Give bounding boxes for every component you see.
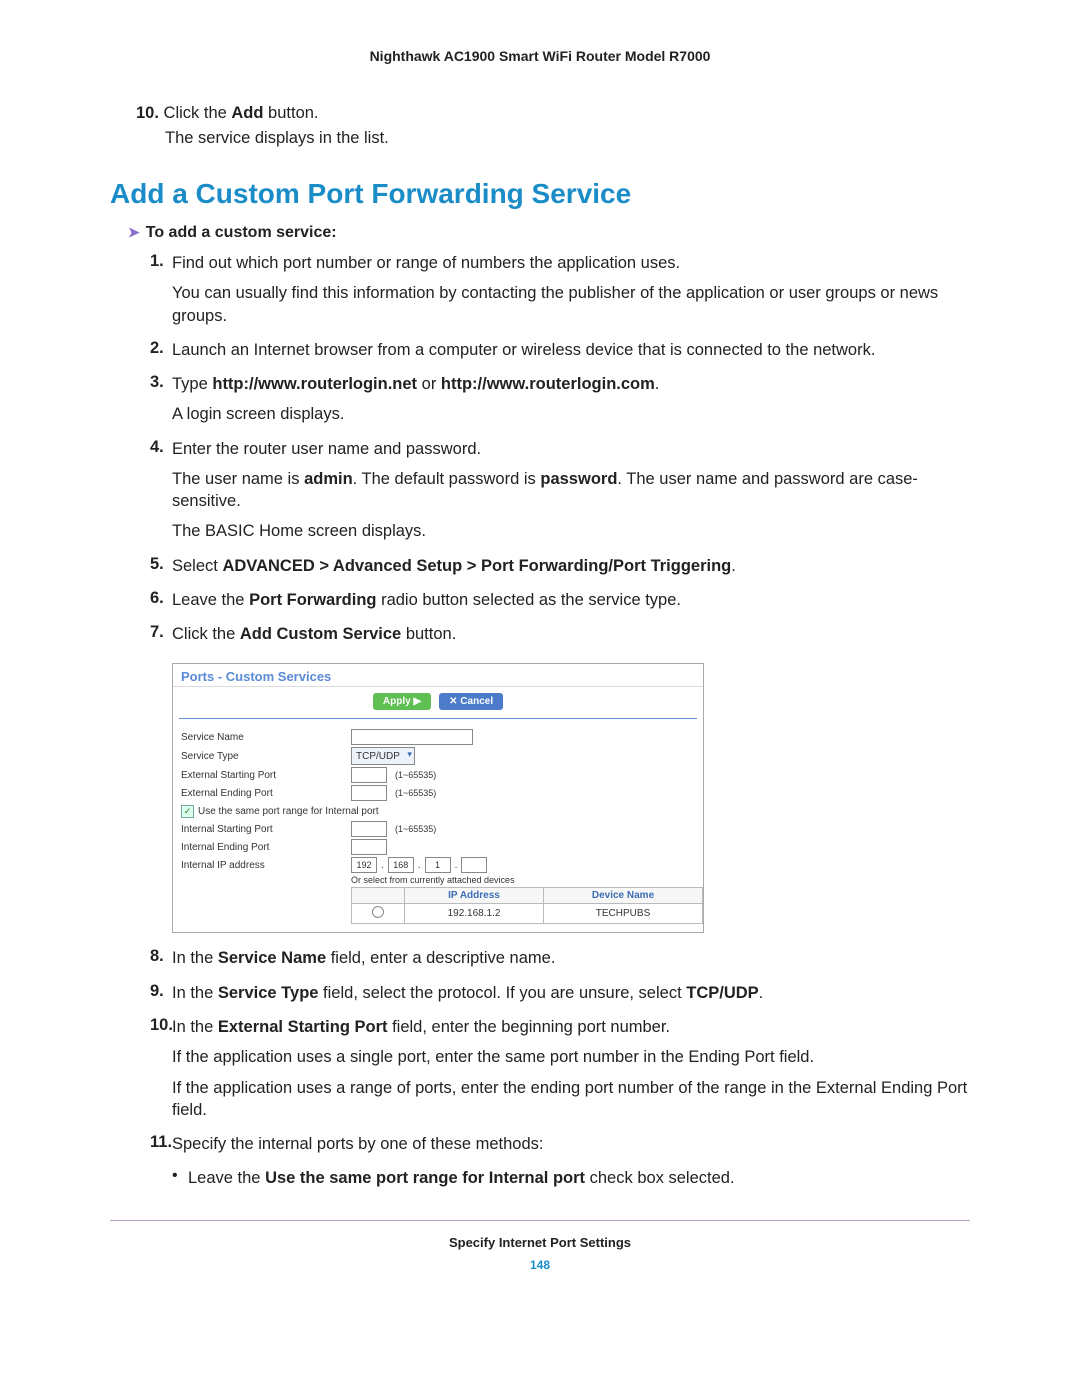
step-paragraph: In the Service Type field, select the pr… bbox=[172, 982, 970, 1004]
page-header: Nighthawk AC1900 Smart WiFi Router Model… bbox=[110, 48, 970, 64]
step-paragraph: Leave the Port Forwarding radio button s… bbox=[172, 589, 970, 611]
step-paragraph: Find out which port number or range of n… bbox=[172, 252, 970, 274]
int-end-input[interactable] bbox=[351, 839, 387, 855]
cancel-button[interactable]: ✕ Cancel bbox=[439, 693, 503, 710]
step-4: 4.Enter the router user name and passwor… bbox=[150, 438, 970, 551]
ip-octet-1[interactable]: 192 bbox=[351, 857, 377, 873]
step-paragraph: Specify the internal ports by one of the… bbox=[172, 1133, 970, 1155]
step-9: 9.In the Service Type field, select the … bbox=[150, 982, 970, 1012]
label-int-start: Internal Starting Port bbox=[181, 824, 351, 835]
step-1: 1.Find out which port number or range of… bbox=[150, 252, 970, 335]
section-heading: Add a Custom Port Forwarding Service bbox=[110, 178, 970, 210]
bullet-item: •Leave the Use the same port range for I… bbox=[172, 1167, 970, 1189]
ip-octet-4[interactable] bbox=[461, 857, 487, 873]
step-body: Find out which port number or range of n… bbox=[172, 252, 970, 335]
step-paragraph: Click the Add Custom Service button. bbox=[172, 623, 970, 645]
step-body: Type http://www.routerlogin.net or http:… bbox=[172, 373, 970, 434]
router-ui-screenshot: Ports - Custom Services Apply ▶ ✕ Cancel Se… bbox=[172, 663, 704, 933]
ext-start-input[interactable] bbox=[351, 767, 387, 783]
step-paragraph: Enter the router user name and password. bbox=[172, 438, 970, 460]
ip-octet-2[interactable]: 168 bbox=[388, 857, 414, 873]
prev-step-10-detail: The service displays in the list. bbox=[165, 129, 970, 148]
step-8: 8.In the Service Name field, enter a des… bbox=[150, 947, 970, 977]
step-body: Click the Add Custom Service button. bbox=[172, 623, 970, 653]
prev-step-10: 10. Click the Add button. bbox=[136, 104, 970, 123]
step-number: 5. bbox=[150, 555, 172, 585]
step-10: 10.In the External Starting Port field, … bbox=[150, 1016, 970, 1129]
cell-ip: 192.168.1.2 bbox=[405, 904, 544, 924]
step-number: 1. bbox=[150, 252, 172, 335]
attached-devices-note: Or select from currently attached device… bbox=[351, 875, 695, 885]
same-port-checkbox[interactable]: ✓ bbox=[181, 805, 194, 818]
step-paragraph: The BASIC Home screen displays. bbox=[172, 520, 970, 542]
panel-divider bbox=[179, 718, 697, 719]
footer-title: Specify Internet Port Settings bbox=[110, 1235, 970, 1250]
step-number: 4. bbox=[150, 438, 172, 551]
procedure-steps: 1.Find out which port number or range of… bbox=[110, 252, 970, 1190]
step-number: 3. bbox=[150, 373, 172, 434]
panel-title: Ports - Custom Services bbox=[173, 664, 703, 687]
step-number: 10. bbox=[150, 1016, 172, 1129]
ext-end-input[interactable] bbox=[351, 785, 387, 801]
step-paragraph: A login screen displays. bbox=[172, 403, 970, 425]
step-paragraph: If the application uses a range of ports… bbox=[172, 1077, 970, 1122]
step-body: In the Service Name field, enter a descr… bbox=[172, 947, 970, 977]
button-row: Apply ▶ ✕ Cancel bbox=[173, 687, 703, 716]
step-number: 7. bbox=[150, 623, 172, 653]
service-type-select[interactable]: TCP/UDP bbox=[351, 747, 415, 765]
apply-button[interactable]: Apply ▶ bbox=[373, 693, 431, 710]
step-2: 2.Launch an Internet browser from a comp… bbox=[150, 339, 970, 369]
step-body: In the External Starting Port field, ent… bbox=[172, 1016, 970, 1129]
label-service-name: Service Name bbox=[181, 732, 351, 743]
th-device-name: Device Name bbox=[544, 888, 703, 904]
label-ext-end: External Ending Port bbox=[181, 788, 351, 799]
step-body: Specify the internal ports by one of the… bbox=[172, 1133, 970, 1163]
label-same-port: Use the same port range for Internal por… bbox=[198, 806, 379, 817]
step-number: 9. bbox=[150, 982, 172, 1012]
step-number: 2. bbox=[150, 339, 172, 369]
step-paragraph: Type http://www.routerlogin.net or http:… bbox=[172, 373, 970, 395]
step-6: 6.Leave the Port Forwarding radio button… bbox=[150, 589, 970, 619]
bullet-text: Leave the Use the same port range for In… bbox=[188, 1167, 735, 1189]
step-paragraph: The user name is admin. The default pass… bbox=[172, 468, 970, 513]
chevron-right-icon: ➤ bbox=[128, 224, 140, 241]
label-int-end: Internal Ending Port bbox=[181, 842, 351, 853]
footer-page-number: 148 bbox=[110, 1258, 970, 1272]
step-7: 7.Click the Add Custom Service button. bbox=[150, 623, 970, 653]
label-int-ip: Internal IP address bbox=[181, 860, 351, 871]
table-row: 192.168.1.2TECHPUBS bbox=[352, 904, 703, 924]
th-ip-address: IP Address bbox=[405, 888, 544, 904]
step-body: Launch an Internet browser from a comput… bbox=[172, 339, 970, 369]
step-11: 11.Specify the internal ports by one of … bbox=[150, 1133, 970, 1163]
label-service-type: Service Type bbox=[181, 751, 351, 762]
step-number: 6. bbox=[150, 589, 172, 619]
step-number: 11. bbox=[150, 1133, 172, 1163]
device-radio[interactable] bbox=[372, 906, 384, 918]
form-area: Service NameService TypeTCP/UDPExternal … bbox=[173, 725, 703, 932]
step-body: Leave the Port Forwarding radio button s… bbox=[172, 589, 970, 619]
bullet-icon: • bbox=[172, 1167, 188, 1189]
label-ext-start: External Starting Port bbox=[181, 770, 351, 781]
document-page: Nighthawk AC1900 Smart WiFi Router Model… bbox=[0, 0, 1080, 1397]
step-paragraph: Select ADVANCED > Advanced Setup > Port … bbox=[172, 555, 970, 577]
step-paragraph: Launch an Internet browser from a comput… bbox=[172, 339, 970, 361]
step-paragraph: In the Service Name field, enter a descr… bbox=[172, 947, 970, 969]
step-number: 8. bbox=[150, 947, 172, 977]
service-name-input[interactable] bbox=[351, 729, 473, 745]
step-body: Enter the router user name and password.… bbox=[172, 438, 970, 551]
step-5: 5.Select ADVANCED > Advanced Setup > Por… bbox=[150, 555, 970, 585]
cell-device: TECHPUBS bbox=[544, 904, 703, 924]
step-paragraph: If the application uses a single port, e… bbox=[172, 1046, 970, 1068]
step-body: Select ADVANCED > Advanced Setup > Port … bbox=[172, 555, 970, 585]
ip-octet-3[interactable]: 1 bbox=[425, 857, 451, 873]
step-paragraph: In the External Starting Port field, ent… bbox=[172, 1016, 970, 1038]
footer-divider bbox=[110, 1220, 970, 1221]
step-body: In the Service Type field, select the pr… bbox=[172, 982, 970, 1012]
step-3: 3.Type http://www.routerlogin.net or htt… bbox=[150, 373, 970, 434]
procedure-heading: ➤To add a custom service: bbox=[128, 224, 970, 242]
step-paragraph: You can usually find this information by… bbox=[172, 282, 970, 327]
int-start-input[interactable] bbox=[351, 821, 387, 837]
attached-devices-table: IP AddressDevice Name192.168.1.2TECHPUBS bbox=[351, 887, 703, 924]
